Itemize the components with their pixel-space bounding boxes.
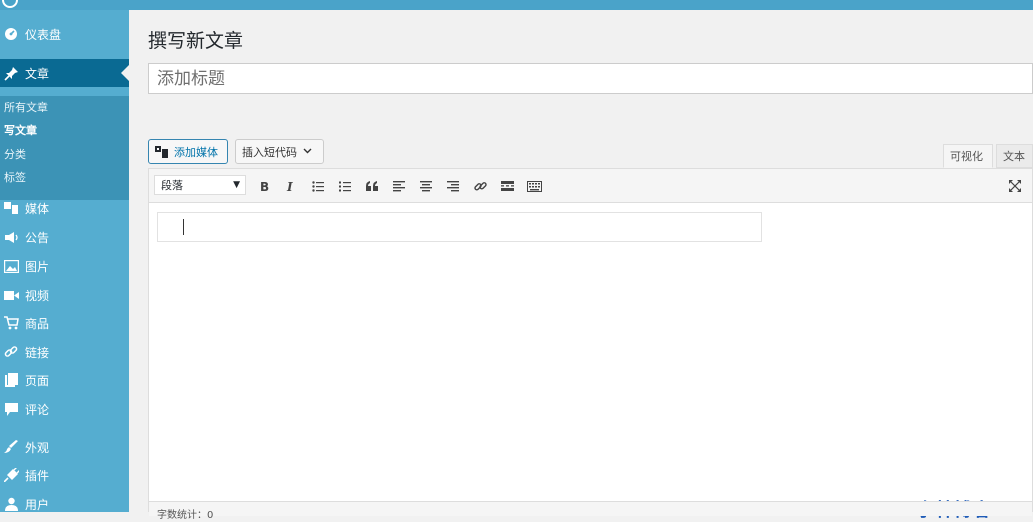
page-title: 撰写新文章 (148, 30, 244, 52)
video-icon (3, 287, 19, 303)
user-icon (3, 496, 19, 512)
blockquote-button[interactable] (363, 177, 381, 195)
chevron-down-icon (303, 146, 312, 157)
sidebar-item-label: 评论 (25, 402, 50, 417)
sidebar-item-products[interactable]: 商品 (0, 309, 129, 337)
word-count: 字数统计：0 (157, 510, 214, 521)
bold-icon: B (260, 180, 269, 192)
sidebar-item-label: 插件 (25, 468, 50, 483)
submenu-categories[interactable]: 分类 (4, 146, 26, 162)
tab-text[interactable]: 文本 (996, 144, 1033, 168)
toolbar-toggle-icon (526, 180, 542, 192)
align-right-button[interactable] (444, 177, 462, 195)
brush-icon (3, 439, 19, 455)
media-icon (3, 200, 19, 216)
sidebar-item-label: 图片 (25, 259, 50, 274)
link-icon (473, 181, 487, 191)
editor-paragraph-block[interactable] (157, 212, 762, 242)
admin-sidebar: 仪表盘 文章 所有文章 写文章 分类 标签 媒体 公告 图片 视频 商品 链接 … (0, 10, 129, 512)
editor-status-bar: 字数统计：0 (149, 501, 1032, 521)
svg-text:B: B (260, 180, 269, 192)
sidebar-item-videos[interactable]: 视频 (0, 281, 129, 309)
italic-icon: I (286, 180, 293, 192)
toolbar-toggle-button[interactable] (525, 177, 543, 195)
sidebar-item-plugins[interactable]: 插件 (0, 461, 129, 489)
sidebar-item-label: 文章 (25, 66, 50, 81)
post-editor: 段落 ▼ B I 字数统计：0 (148, 168, 1033, 521)
submenu-all-posts[interactable]: 所有文章 (4, 99, 48, 115)
add-media-icon (155, 145, 169, 158)
align-center-icon (420, 180, 432, 191)
align-left-icon (393, 180, 405, 191)
post-title-input[interactable] (148, 63, 1033, 94)
insert-shortcode-label: 插入短代码 (242, 145, 297, 159)
sidebar-item-label: 页面 (25, 373, 50, 388)
dropdown-arrow-icon: ▼ (233, 180, 240, 190)
posts-submenu: 所有文章 写文章 分类 标签 (0, 96, 129, 200)
align-right-icon (447, 180, 459, 191)
sidebar-item-announcements[interactable]: 公告 (0, 223, 129, 251)
numbered-list-button[interactable] (336, 177, 354, 195)
tab-visual[interactable]: 可视化 (943, 144, 993, 168)
read-more-button[interactable] (498, 177, 516, 195)
numbered-list-icon (339, 181, 351, 191)
sidebar-item-label: 外观 (25, 440, 50, 455)
insert-shortcode-button[interactable]: 插入短代码 (235, 139, 324, 164)
sidebar-item-label: 仪表盘 (25, 27, 62, 42)
pin-icon (3, 65, 19, 81)
admin-bar-site[interactable] (24, 0, 154, 5)
format-select-value: 段落 (161, 179, 183, 192)
sidebar-item-label: 视频 (25, 288, 50, 303)
sidebar-item-posts[interactable]: 文章 (0, 59, 129, 87)
bold-button[interactable]: B (256, 177, 274, 195)
add-media-label: 添加媒体 (174, 145, 218, 159)
format-select[interactable]: 段落 ▼ (154, 175, 246, 195)
sidebar-item-media[interactable]: 媒体 (0, 194, 129, 222)
fullscreen-button[interactable] (1006, 177, 1024, 195)
admin-bar (0, 0, 1033, 10)
bullet-list-icon (312, 180, 324, 192)
align-left-button[interactable] (390, 177, 408, 195)
read-more-icon (500, 181, 514, 191)
text-caret (183, 219, 184, 235)
insert-link-button[interactable] (471, 177, 489, 195)
fullscreen-icon (1009, 180, 1021, 192)
comment-icon (3, 401, 19, 417)
bullet-list-button[interactable] (309, 177, 327, 195)
plugin-icon (3, 467, 19, 483)
svg-text:I: I (286, 180, 293, 192)
sidebar-item-label: 公告 (25, 230, 50, 245)
add-media-button[interactable]: 添加媒体 (148, 139, 228, 164)
sidebar-item-label: 商品 (25, 316, 50, 331)
sidebar-item-label: 链接 (25, 345, 50, 360)
sidebar-item-dashboard[interactable]: 仪表盘 (0, 20, 129, 48)
wordpress-logo-icon[interactable] (2, 0, 18, 8)
sidebar-item-users[interactable]: 用户 (0, 490, 129, 518)
editor-content-area[interactable]: 小林博客 (149, 203, 1032, 521)
sidebar-item-label: 媒体 (25, 201, 50, 216)
blockquote-icon (365, 181, 378, 191)
sidebar-item-images[interactable]: 图片 (0, 252, 129, 280)
sidebar-item-appearance[interactable]: 外观 (0, 433, 129, 461)
image-icon (3, 258, 19, 274)
sidebar-item-pages[interactable]: 页面 (0, 366, 129, 394)
submenu-tags[interactable]: 标签 (4, 169, 26, 185)
align-center-button[interactable] (417, 177, 435, 195)
sidebar-item-comments[interactable]: 评论 (0, 395, 129, 423)
link-icon (3, 344, 19, 360)
italic-button[interactable]: I (282, 177, 300, 195)
editor-toolbar: 段落 ▼ B I (149, 169, 1032, 203)
submenu-write-post[interactable]: 写文章 (4, 122, 37, 138)
sidebar-item-label: 用户 (25, 497, 50, 512)
dashboard-icon (3, 26, 19, 42)
megaphone-icon (3, 229, 19, 245)
cart-icon (3, 315, 19, 331)
sidebar-item-links[interactable]: 链接 (0, 338, 129, 366)
page-icon (3, 372, 19, 388)
